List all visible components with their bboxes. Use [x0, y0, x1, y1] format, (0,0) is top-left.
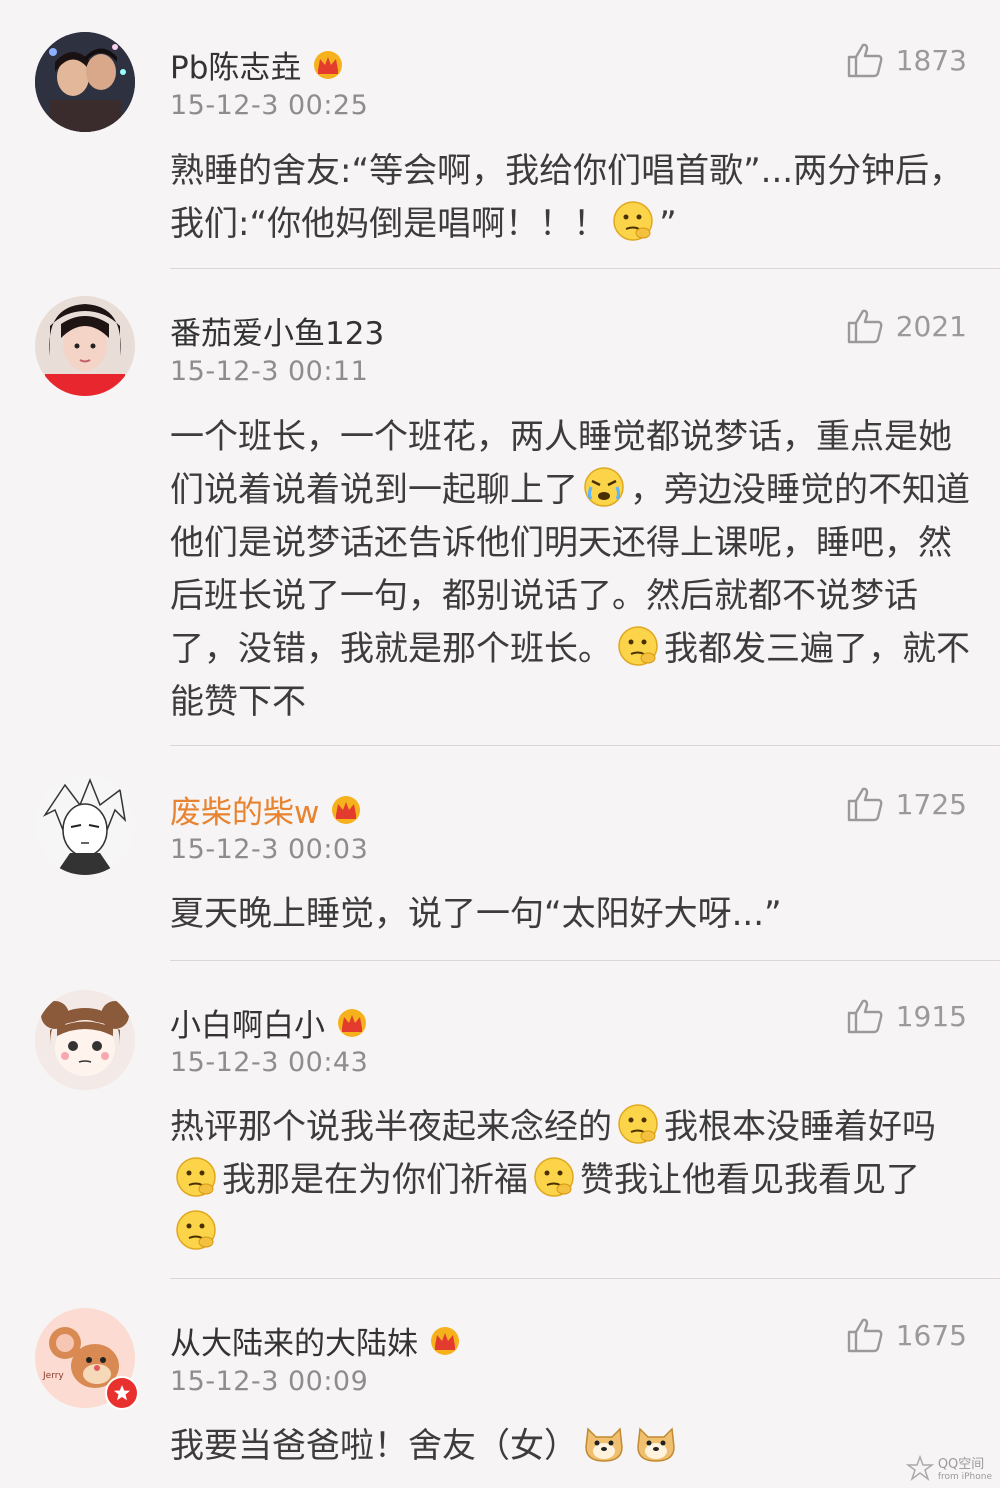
thinking-emoji-icon [616, 624, 660, 668]
like-button[interactable]: 1725 [846, 786, 967, 822]
thumbs-up-icon [847, 787, 883, 822]
comment-text: 热评那个说我半夜起来念经的 我根本没睡着好吗我那是在为你们祈福 赞我让他看见我看见了 [170, 1101, 970, 1260]
avatar[interactable] [35, 296, 135, 396]
like-count: 2021 [895, 309, 967, 343]
username[interactable]: 小白啊白小 [170, 1000, 325, 1045]
comment-text: 夏天晚上睡觉，说了一句“太阳好大呀...” [170, 894, 782, 934]
like-count: 1873 [895, 43, 967, 77]
divider [170, 1278, 1000, 1279]
username[interactable]: 从大陆来的大陆妹 [170, 1318, 418, 1363]
vip-crown-icon [428, 1326, 462, 1356]
vip-crown-icon [311, 50, 345, 80]
like-button[interactable]: 2021 [846, 308, 967, 344]
like-count: 1675 [895, 1318, 967, 1352]
thumbs-up-icon [847, 309, 883, 344]
watermark-title: QQ空间 [937, 1457, 985, 1472]
avatar-girl-image [35, 296, 135, 396]
thinking-emoji-icon [174, 1208, 218, 1252]
username[interactable]: Pb陈志垚 [170, 42, 301, 87]
like-button[interactable]: 1675 [846, 1317, 967, 1353]
timestamp: 15-12-3 00:09 [170, 1366, 369, 1397]
like-button[interactable]: 1915 [846, 998, 967, 1034]
divider [170, 268, 1000, 269]
doge-emoji-icon [582, 1421, 626, 1465]
thinking-emoji-icon [616, 1102, 660, 1146]
svg-text:Jerry: Jerry [42, 1371, 64, 1381]
avatar[interactable] [35, 775, 135, 875]
avatar-anime-image [35, 775, 135, 875]
doge-emoji-icon [634, 1421, 678, 1465]
vip-crown-icon [335, 1008, 369, 1038]
comment-text: 我要当爸爸啦！舍友（女） [170, 1420, 970, 1473]
divider [170, 745, 1000, 746]
like-count: 1915 [895, 999, 967, 1033]
thumbs-up-icon [847, 43, 883, 78]
qzone-watermark: QQ空间 from iPhone [905, 1453, 992, 1482]
thinking-emoji-icon [174, 1155, 218, 1199]
username[interactable]: 番茄爱小鱼123 [170, 308, 384, 353]
divider [170, 960, 1000, 961]
avatar[interactable] [35, 990, 135, 1090]
tears-emoji-icon [582, 465, 626, 509]
thumbs-up-icon [847, 1318, 883, 1353]
comment-text: 一个班长，一个班花，两人睡觉都说梦话，重点是她们说着说着说到一起聊上了 ，旁边没睡… [170, 417, 970, 722]
watermark-sub: from iPhone [937, 1472, 992, 1482]
comment-text: 熟睡的舍友:“等会啊，我给你们唱首歌”...两分钟后，我们:“你他妈倒是唱啊！！… [170, 151, 964, 244]
thumbs-up-icon [847, 999, 883, 1034]
like-count: 1725 [895, 787, 967, 821]
avatar[interactable]: Jerry [35, 1308, 139, 1410]
username[interactable]: 废柴的柴w [170, 787, 319, 832]
thinking-emoji-icon [611, 199, 655, 243]
timestamp: 15-12-3 00:11 [170, 356, 369, 387]
like-button[interactable]: 1873 [846, 42, 967, 78]
avatar-cartoon-image [35, 990, 135, 1090]
timestamp: 15-12-3 00:25 [170, 90, 369, 121]
timestamp: 15-12-3 00:43 [170, 1047, 369, 1078]
star-badge-icon [105, 1376, 139, 1410]
thinking-emoji-icon [532, 1155, 576, 1199]
timestamp: 15-12-3 00:03 [170, 834, 369, 865]
qzone-star-icon [905, 1454, 934, 1481]
avatar-couple-image [35, 32, 135, 132]
vip-crown-icon [329, 795, 363, 825]
avatar[interactable] [35, 32, 135, 132]
